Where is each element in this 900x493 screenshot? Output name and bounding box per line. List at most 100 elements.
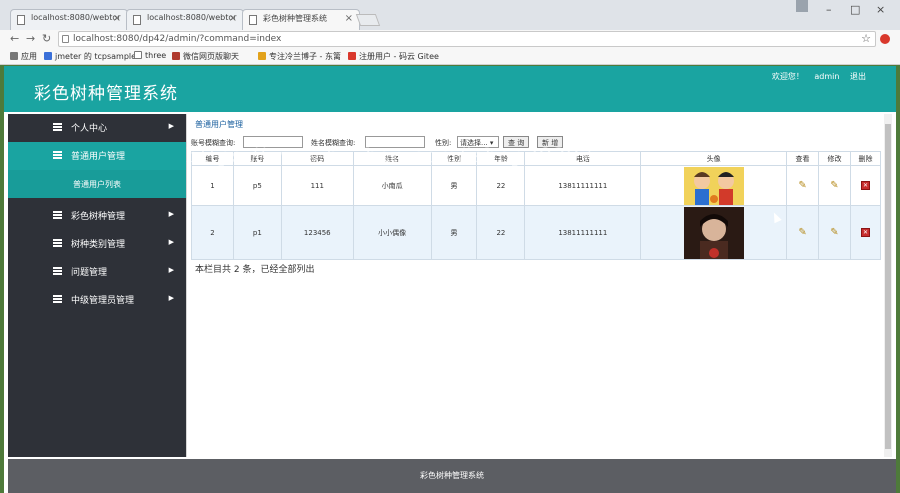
sidebar-item-questions[interactable]: 问题管理 ▶ (8, 258, 186, 286)
bookmark-icon (258, 52, 266, 60)
browser-tab-active[interactable]: 彩色树种管理系统 × (242, 9, 360, 30)
chevron-right-icon: ▶ (168, 266, 174, 274)
cell-avatar (640, 165, 788, 206)
bookmark-item[interactable]: 注册用户 - 码云 Gitee (348, 51, 439, 62)
info-icon[interactable] (62, 35, 69, 43)
tab-label: 彩色树种管理系统 (263, 14, 327, 23)
bookmark-icon (44, 52, 52, 60)
edit-icon[interactable]: ✎ (830, 227, 838, 238)
delete-icon[interactable]: ✕ (860, 181, 870, 190)
sidebar-item-categories[interactable]: 树种类别管理 ▶ (8, 230, 186, 258)
view-icon[interactable]: ✎ (798, 227, 806, 238)
cell-edit: ✎ (818, 165, 851, 206)
cell-name: 小南瓜 (352, 165, 432, 206)
menu-icon (53, 267, 62, 276)
cell-age: 22 (476, 205, 526, 260)
section-title: 普通用户管理 (195, 120, 243, 129)
sidebar-item-trees[interactable]: 彩色树种管理 ▶ (8, 202, 186, 230)
sidebar: 个人中心 ▶ 普通用户管理 普通用户列表 彩色树种管理 ▶ 树种类别管理 ▶ 问… (8, 114, 186, 457)
url-input[interactable]: localhost:8080/dp42/admin/?command=index… (58, 31, 876, 47)
close-window-icon[interactable]: × (876, 3, 885, 16)
cell-phone: 13811111111 (524, 165, 642, 206)
watermark-text: https://www.huzhan.com/ishop39397 (186, 143, 594, 167)
page-icon (134, 51, 142, 59)
sidebar-subitem-user-list[interactable]: 普通用户列表 (8, 170, 186, 198)
sidebar-item-profile[interactable]: 个人中心 ▶ (8, 114, 186, 142)
cell-view: ✎ (786, 165, 819, 206)
chevron-right-icon: ▶ (168, 210, 174, 218)
cell-account: p5 (232, 165, 282, 206)
chevron-right-icon: ▶ (168, 238, 174, 246)
bookmark-item[interactable]: jmeter 的 tcpsample (44, 51, 136, 62)
username-link[interactable]: admin (814, 72, 839, 81)
app-window: 彩色树种管理系统 欢迎您！ admin 退出 个人中心 ▶ 普通用户管理 普通用… (4, 66, 896, 493)
bookmark-item[interactable]: 专注冷兰博子 - 东篱 (258, 51, 341, 62)
app-footer: 彩色树种管理系统 (8, 459, 896, 493)
close-icon[interactable]: × (113, 13, 121, 24)
bookmark-icon (172, 52, 180, 60)
record-summary: 本栏目共 2 条，已经全部列出 (195, 265, 315, 275)
view-icon[interactable]: ✎ (798, 180, 806, 191)
logout-link[interactable]: 退出 (850, 72, 866, 81)
bookmark-apps[interactable]: 应用 (10, 51, 37, 62)
sidebar-item-label: 普通用户管理 (71, 152, 126, 162)
menu-icon (53, 239, 62, 248)
cell-phone: 13811111111 (524, 205, 642, 260)
bookmark-star-icon[interactable]: ☆ (861, 32, 871, 45)
scrollbar[interactable] (884, 114, 892, 457)
avatar-image (683, 206, 744, 259)
profile-icon[interactable] (796, 0, 808, 12)
extension-icon[interactable] (880, 34, 890, 44)
menu-icon (53, 123, 62, 132)
column-header: 头像 (640, 151, 788, 166)
cell-id: 2 (191, 205, 234, 260)
cell-age: 22 (476, 165, 526, 206)
chevron-right-icon: ▶ (168, 122, 174, 130)
cell-gender: 男 (430, 165, 478, 206)
browser-tab[interactable]: localhost:8080/webtor × (126, 9, 244, 30)
cell-password: 123456 (280, 205, 354, 260)
close-icon[interactable]: × (345, 13, 353, 24)
cell-edit: ✎ (818, 205, 851, 260)
menu-icon (53, 151, 62, 160)
forward-icon[interactable]: → (26, 32, 35, 45)
reload-icon[interactable]: ↻ (42, 32, 51, 45)
cell-avatar (640, 205, 788, 260)
gitee-icon (348, 52, 356, 60)
browser-tab-strip: localhost:8080/webtor × localhost:8080/w… (0, 0, 900, 30)
cell-password: 111 (280, 165, 354, 206)
edit-icon[interactable]: ✎ (830, 180, 838, 191)
minimize-icon[interactable]: – (826, 3, 832, 16)
page-icon (249, 15, 257, 25)
sidebar-item-managers[interactable]: 中级管理员管理 ▶ (8, 286, 186, 314)
tab-label: localhost:8080/webtor (31, 13, 121, 22)
top-links: 欢迎您！ admin 退出 (764, 71, 866, 82)
app-header: 彩色树种管理系统 欢迎您！ admin 退出 (4, 66, 896, 112)
cell-delete: ✕ (849, 205, 882, 260)
bookmarks-bar: 应用 jmeter 的 tcpsample three 微信网页版聊天 专注冷兰… (0, 48, 900, 65)
bookmark-item[interactable]: 微信网页版聊天 (172, 51, 239, 62)
welcome-text: 欢迎您！ (771, 72, 804, 81)
sidebar-item-users[interactable]: 普通用户管理 (8, 142, 186, 170)
scrollbar-thumb[interactable] (885, 124, 891, 449)
cell-name: 小小偶像 (352, 205, 432, 260)
column-header: 修改 (818, 151, 851, 166)
apps-icon (10, 52, 18, 60)
browser-tab[interactable]: localhost:8080/webtor × (10, 9, 128, 30)
close-icon[interactable]: × (229, 13, 237, 24)
tab-label: localhost:8080/webtor (147, 13, 237, 22)
delete-icon[interactable]: ✕ (860, 228, 870, 237)
menu-icon (53, 295, 62, 304)
back-icon[interactable]: ← (10, 32, 19, 45)
column-header: 查看 (786, 151, 819, 166)
sidebar-item-label: 中级管理员管理 (71, 296, 135, 306)
bookmark-item[interactable]: three (134, 51, 166, 60)
cell-delete: ✕ (849, 165, 882, 206)
column-header: 删除 (849, 151, 882, 166)
sidebar-item-label: 彩色树种管理 (71, 212, 126, 222)
page-icon (17, 15, 25, 25)
new-tab-button[interactable] (355, 14, 381, 26)
maximize-icon[interactable]: □ (850, 3, 860, 16)
page-icon (133, 15, 141, 25)
chevron-right-icon: ▶ (168, 294, 174, 302)
